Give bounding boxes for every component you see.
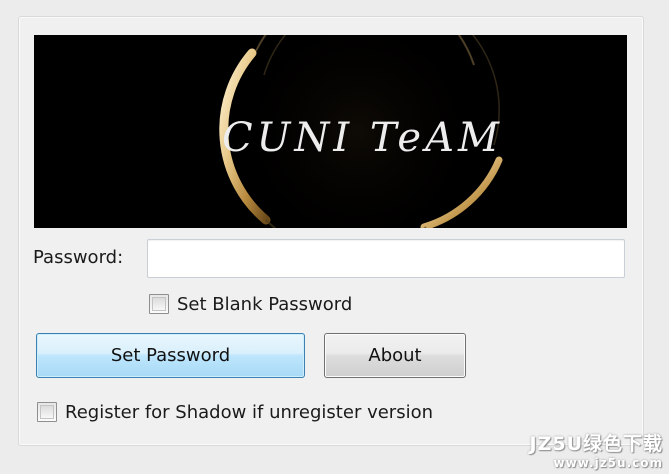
watermark-brand: JZ5U绿色下载 [529, 433, 663, 455]
banner-logo-text: CUNI TeAM [222, 115, 503, 161]
blank-password-checkbox[interactable] [149, 294, 169, 314]
set-password-button-label: Set Password [110, 345, 231, 366]
watermark-url: www.jz5u.com [553, 456, 663, 470]
banner-image: CUNI TeAM [34, 35, 627, 228]
watermark: JZ5U绿色下载 www.jz5u.com [530, 429, 664, 470]
register-shadow-label[interactable]: Register for Shadow if unregister versio… [65, 402, 433, 423]
register-shadow-checkbox[interactable] [37, 402, 57, 422]
dialog-window: CUNI TeAM Password: Set Blank Password S… [0, 0, 669, 474]
password-input[interactable] [147, 239, 625, 278]
password-label: Password: [33, 247, 124, 268]
about-button[interactable]: About [324, 333, 466, 378]
blank-password-label[interactable]: Set Blank Password [177, 294, 352, 315]
about-button-label: About [368, 345, 422, 366]
set-password-button[interactable]: Set Password [36, 333, 305, 378]
